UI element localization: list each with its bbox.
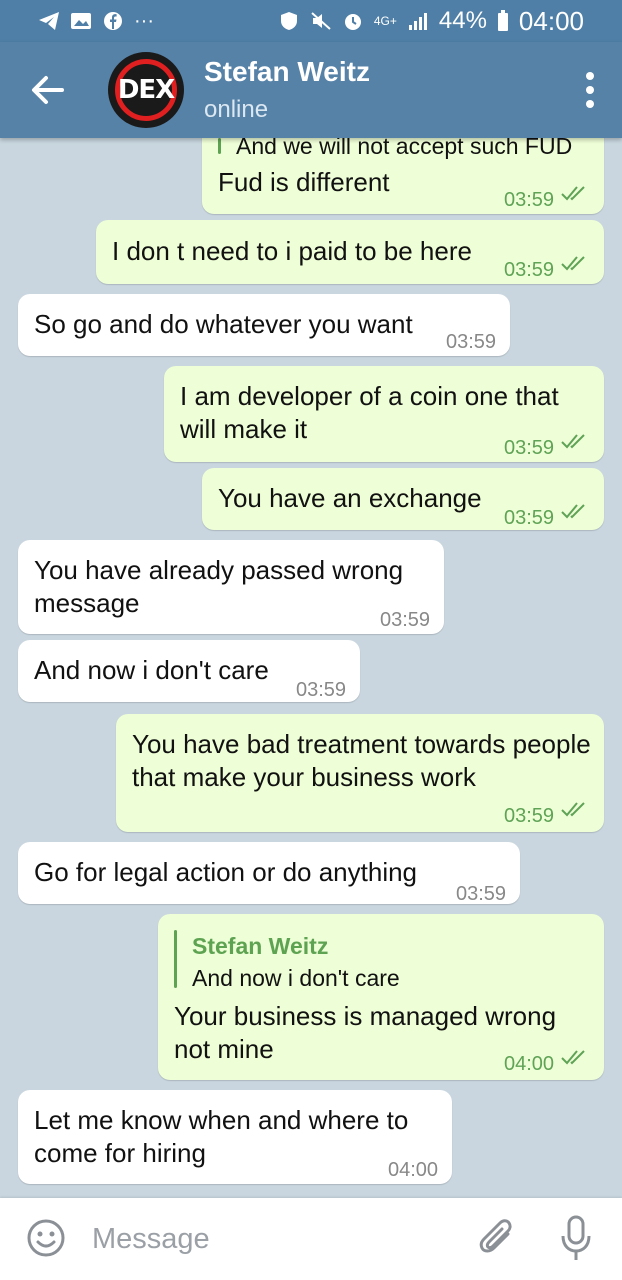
message-outgoing[interactable]: Stefan Weitz And now i don't care Your b… (158, 914, 604, 1080)
microphone-icon[interactable] (560, 1214, 592, 1262)
message-time: 04:00 (504, 1053, 555, 1075)
chat-header: DEX Stefan Weitz online (0, 42, 622, 138)
message-text: You have bad treatment towards people th… (132, 729, 591, 792)
message-time: 03:59 (380, 609, 431, 631)
reply-author: Stefan Weitz (192, 933, 329, 959)
avatar-logo: DEX (115, 59, 177, 121)
chat-status: online (204, 96, 269, 123)
signal-icon (408, 13, 427, 30)
message-time: 03:59 (296, 679, 347, 701)
message-incoming[interactable]: You have already passed wrong message 03… (18, 540, 444, 634)
attach-icon[interactable] (478, 1216, 518, 1260)
alarm-icon (344, 14, 361, 30)
read-checks-icon (561, 186, 585, 201)
message-incoming[interactable]: And now i don't care 03:59 (18, 640, 360, 702)
message-list[interactable]: And we will not accept such FUD Fud is d… (0, 138, 622, 1198)
clock: 04:00 (518, 5, 584, 36)
telegram-icon (39, 12, 59, 30)
emoji-icon[interactable] (26, 1218, 66, 1258)
message-incoming[interactable]: Go for legal action or do anything 03:59 (18, 842, 520, 905)
facebook-icon (104, 12, 122, 30)
more-options-icon[interactable] (584, 70, 596, 110)
read-checks-icon (561, 434, 585, 449)
message-composer (0, 1198, 622, 1280)
battery-icon (497, 10, 508, 31)
avatar[interactable]: DEX (108, 52, 184, 128)
battery-percent: 44% (438, 7, 487, 34)
message-time: 03:59 (456, 883, 507, 905)
message-time: 03:59 (504, 437, 555, 459)
reply-text: And now i don't care (192, 965, 400, 991)
more-notifications-icon: ··· (134, 9, 154, 32)
message-text: You have an exchange (218, 483, 482, 513)
message-outgoing[interactable]: You have an exchange 03:59 (202, 468, 604, 530)
reply-indicator (174, 930, 177, 988)
network-type: 4G+ (373, 14, 397, 28)
message-incoming[interactable]: Let me know when and where to come for h… (18, 1090, 452, 1184)
read-checks-icon (561, 256, 585, 271)
message-text: Go for legal action or do anything (34, 857, 418, 887)
status-right-icons: 4G+ 44% 04:00 (278, 6, 584, 37)
mute-icon (311, 12, 331, 30)
message-text: So go and do whatever you want (34, 309, 413, 339)
message-outgoing[interactable]: And we will not accept such FUD Fud is d… (202, 138, 604, 214)
read-checks-icon (561, 1050, 585, 1065)
message-time: 03:59 (446, 331, 497, 353)
message-text: Fud is different (218, 167, 390, 197)
message-time: 03:59 (504, 189, 555, 211)
message-time: 03:59 (504, 259, 555, 281)
message-text: Let me know when and where to come for h… (34, 1105, 409, 1168)
status-left-icons: ··· (38, 10, 154, 33)
message-time: 03:59 (504, 805, 555, 827)
reply-indicator (218, 138, 221, 154)
message-time: 03:59 (504, 507, 555, 529)
chat-title[interactable]: Stefan Weitz (204, 56, 370, 88)
message-time: 04:00 (388, 1159, 439, 1181)
message-outgoing[interactable]: I am developer of a coin one that will m… (164, 366, 604, 462)
reply-fragment: And we will not accept such FUD (236, 138, 573, 159)
back-arrow-icon[interactable] (28, 72, 68, 108)
status-bar: ··· 4G+ 44% 04:00 (0, 0, 622, 42)
read-checks-icon (561, 802, 585, 817)
message-text: And now i don't care (34, 655, 269, 685)
read-checks-icon (561, 504, 585, 519)
message-text: You have already passed wrong message (34, 555, 404, 618)
gallery-icon (71, 13, 91, 29)
security-icon (280, 12, 297, 30)
message-incoming[interactable]: So go and do whatever you want 03:59 (18, 294, 510, 356)
message-outgoing[interactable]: You have bad treatment towards people th… (116, 714, 604, 832)
message-outgoing[interactable]: I don t need to i paid to be here 03:59 (96, 220, 604, 284)
message-input[interactable] (90, 1216, 454, 1262)
message-text: I don t need to i paid to be here (112, 236, 472, 266)
